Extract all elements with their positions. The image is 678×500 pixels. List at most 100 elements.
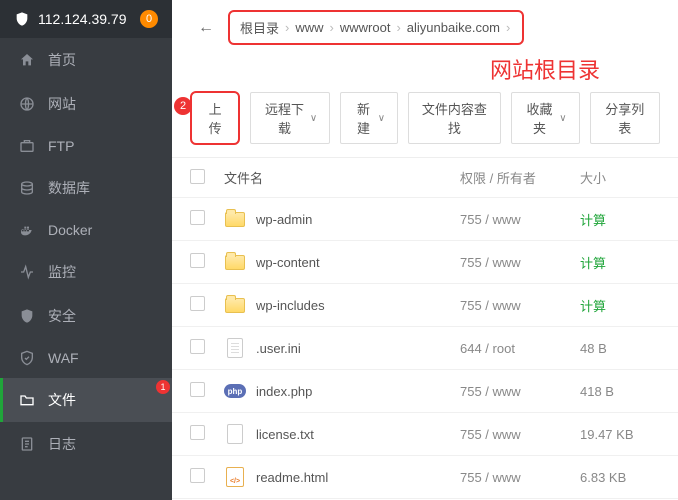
file-size: 418 B	[580, 384, 660, 399]
sidebar-item-label: 安全	[48, 306, 76, 326]
folder-icon	[225, 212, 245, 227]
sidebar-item-label: 监控	[48, 262, 76, 282]
sidebar-item-monitor[interactable]: 监控	[0, 250, 172, 294]
table-row[interactable]: .user.ini644 / root48 B	[172, 327, 678, 370]
sidebar-item-label: 日志	[48, 434, 76, 454]
home-icon	[18, 52, 36, 68]
file-permissions: 644 / root	[460, 341, 580, 356]
html-icon	[226, 467, 244, 487]
row-checkbox[interactable]	[190, 253, 205, 268]
select-all-checkbox[interactable]	[190, 169, 205, 184]
folder-icon	[18, 392, 36, 408]
sidebar-item-docker[interactable]: Docker	[0, 210, 172, 250]
file-size: 19.47 KB	[580, 427, 660, 442]
annotation-badge-2: 2	[174, 97, 192, 115]
file-name[interactable]: license.txt	[256, 427, 314, 442]
sidebar-item-ftp[interactable]: FTP	[0, 126, 172, 166]
sidebar-item-label: 数据库	[48, 178, 90, 198]
sidebar-item-label: Docker	[48, 222, 92, 238]
chevron-right-icon: ›	[328, 20, 336, 35]
toolbar: 2 上传 远程下载∨ 新建∨ 文件内容查找 收藏夹∨ 分享列表	[172, 91, 678, 158]
create-button[interactable]: 新建∨	[340, 92, 398, 144]
file-size[interactable]: 计算	[580, 253, 660, 272]
sidebar-item-home[interactable]: 首页	[0, 38, 172, 82]
file-table: 文件名 权限 / 所有者 大小 wp-admin755 / www计算wp-co…	[172, 158, 678, 500]
breadcrumb-item[interactable]: www	[295, 20, 323, 35]
chevron-right-icon: ›	[394, 20, 402, 35]
file-name[interactable]: readme.html	[256, 470, 328, 485]
row-checkbox[interactable]	[190, 210, 205, 225]
sidebar-item-security[interactable]: 安全	[0, 294, 172, 338]
globe-icon	[18, 96, 36, 112]
file-permissions: 755 / www	[460, 298, 580, 313]
annotation-badge-1: 1	[156, 380, 170, 394]
breadcrumb-row: ← 根目录›www›wwwroot›aliyunbaike.com›	[172, 0, 678, 51]
favorites-button[interactable]: 收藏夹∨	[511, 92, 580, 144]
upload-button[interactable]: 上传	[190, 91, 240, 145]
log-icon	[18, 436, 36, 452]
row-checkbox[interactable]	[190, 339, 205, 354]
ftp-icon	[18, 138, 36, 154]
folder-icon	[225, 255, 245, 270]
chevron-right-icon: ›	[504, 20, 512, 35]
annotation-label: 网站根目录	[412, 53, 678, 85]
txt-icon	[227, 424, 243, 444]
chevron-down-icon: ∨	[378, 113, 385, 124]
file-permissions: 755 / www	[460, 384, 580, 399]
row-checkbox[interactable]	[190, 468, 205, 483]
sidebar-item-label: 文件	[48, 390, 76, 410]
breadcrumb-item[interactable]: wwwroot	[340, 20, 391, 35]
shield-icon	[14, 11, 30, 27]
sidebar-item-label: WAF	[48, 350, 79, 366]
file-size[interactable]: 计算	[580, 296, 660, 315]
file-size: 6.83 KB	[580, 470, 660, 485]
breadcrumb-item[interactable]: aliyunbaike.com	[407, 20, 500, 35]
file-icon	[227, 338, 243, 358]
table-row[interactable]: license.txt 755 / www19.47 KB	[172, 413, 678, 456]
remote-download-button[interactable]: 远程下载∨	[250, 92, 330, 144]
monitor-icon	[18, 264, 36, 280]
table-row[interactable]: wp-admin755 / www计算	[172, 198, 678, 241]
sidebar-item-label: 首页	[48, 50, 76, 70]
row-checkbox[interactable]	[190, 382, 205, 397]
breadcrumb-item[interactable]: 根目录	[240, 18, 279, 37]
file-permissions: 755 / www	[460, 470, 580, 485]
table-row[interactable]: wp-includes 755 / www计算	[172, 284, 678, 327]
sidebar-item-log[interactable]: 日志	[0, 422, 172, 466]
col-size-header[interactable]: 大小	[580, 168, 660, 187]
file-name[interactable]: wp-admin	[256, 212, 312, 227]
table-row[interactable]: wp-content 755 / www计算	[172, 241, 678, 284]
php-icon: php	[224, 384, 246, 398]
file-name[interactable]: wp-includes	[256, 298, 325, 313]
sidebar-item-globe[interactable]: 网站	[0, 82, 172, 126]
notification-badge[interactable]: 0	[140, 10, 158, 28]
table-row[interactable]: readme.html 755 / www6.83 KB	[172, 456, 678, 499]
back-button[interactable]: ←	[190, 15, 222, 41]
file-name[interactable]: wp-content	[256, 255, 320, 270]
file-size[interactable]: 计算	[580, 210, 660, 229]
sidebar: 112.124.39.79 0 首页网站FTP 数据库 Docker 监控安全 WAF 文…	[0, 0, 172, 500]
security-icon	[18, 308, 36, 324]
table-header: 文件名 权限 / 所有者 大小	[172, 158, 678, 198]
table-row[interactable]: php index.php 755 / www418 B	[172, 370, 678, 413]
row-checkbox[interactable]	[190, 296, 205, 311]
file-permissions: 755 / www	[460, 255, 580, 270]
file-name[interactable]: index.php	[256, 384, 312, 399]
breadcrumb: 根目录›www›wwwroot›aliyunbaike.com›	[228, 10, 524, 45]
server-ip: 112.124.39.79	[38, 11, 127, 27]
sidebar-item-db[interactable]: 数据库	[0, 166, 172, 210]
row-checkbox[interactable]	[190, 425, 205, 440]
docker-icon	[18, 222, 36, 238]
file-permissions: 755 / www	[460, 427, 580, 442]
chevron-down-icon: ∨	[310, 113, 317, 124]
file-name[interactable]: .user.ini	[256, 341, 301, 356]
chevron-down-icon: ∨	[559, 113, 566, 124]
col-name-header[interactable]: 文件名	[224, 168, 460, 187]
chevron-right-icon: ›	[283, 20, 291, 35]
col-perm-header[interactable]: 权限 / 所有者	[460, 168, 580, 187]
sidebar-item-waf[interactable]: WAF	[0, 338, 172, 378]
sidebar-header: 112.124.39.79 0	[0, 0, 172, 38]
share-list-button[interactable]: 分享列表	[590, 92, 660, 144]
sidebar-item-folder[interactable]: 文件 1	[0, 378, 172, 422]
search-content-button[interactable]: 文件内容查找	[408, 92, 501, 144]
